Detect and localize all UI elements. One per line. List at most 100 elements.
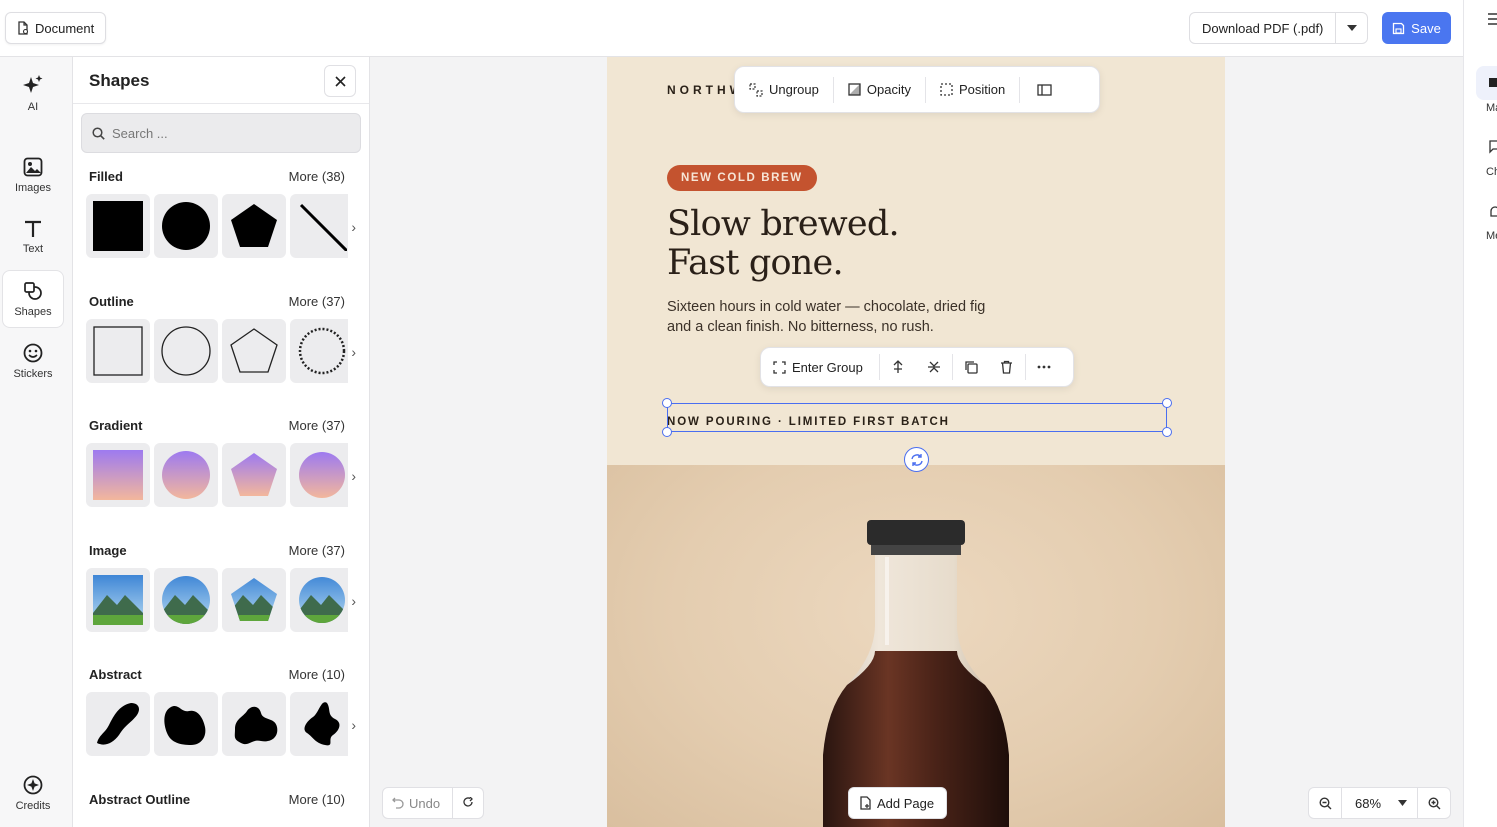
shape-tile-abstract-4[interactable] bbox=[290, 692, 348, 756]
resize-handle-bottom-left[interactable] bbox=[662, 427, 672, 437]
rotate-handle[interactable] bbox=[904, 447, 929, 472]
shape-tile-badge-gradient[interactable] bbox=[290, 443, 348, 507]
section-gradient: Gradient More (37) › bbox=[73, 418, 369, 518]
rail-item-credits[interactable]: Credits bbox=[2, 764, 64, 822]
chevron-right-icon[interactable]: › bbox=[351, 593, 356, 609]
history-controls: Undo bbox=[382, 787, 485, 819]
rail-item-ai[interactable]: AI bbox=[2, 64, 64, 122]
shape-tile-square-image[interactable] bbox=[86, 568, 150, 632]
abstract-blob-icon bbox=[97, 703, 139, 745]
shapes-icon bbox=[24, 281, 42, 300]
shape-tile-circle-gradient[interactable] bbox=[154, 443, 218, 507]
chevron-down-icon bbox=[1398, 800, 1407, 806]
right-strip-label-1[interactable]: Ma bbox=[1486, 102, 1497, 114]
shape-tile-circle-image[interactable] bbox=[154, 568, 218, 632]
bring-forward-icon bbox=[893, 360, 903, 373]
download-group: Download PDF (.pdf) bbox=[1189, 12, 1369, 44]
duplicate-button[interactable] bbox=[953, 348, 989, 386]
delete-button[interactable] bbox=[989, 348, 1025, 386]
zoom-in-button[interactable] bbox=[1418, 788, 1450, 818]
shape-tile-abstract-1[interactable] bbox=[86, 692, 150, 756]
rail-label: Stickers bbox=[13, 367, 53, 380]
chevron-right-icon[interactable]: › bbox=[351, 468, 356, 484]
shape-tile-pentagon-outline[interactable] bbox=[222, 319, 286, 383]
tag-badge[interactable]: NEW COLD BREW bbox=[667, 165, 817, 191]
search-field[interactable]: Search ... bbox=[81, 113, 361, 153]
headline[interactable]: Slow brewed. Fast gone. bbox=[667, 205, 900, 283]
right-strip-label-3[interactable]: Me bbox=[1486, 230, 1497, 242]
redo-button[interactable] bbox=[452, 788, 483, 818]
panel-title: Shapes bbox=[89, 71, 150, 90]
rail-item-text[interactable]: Text bbox=[2, 208, 64, 266]
chevron-right-icon[interactable]: › bbox=[351, 344, 356, 360]
more-link[interactable]: More (37) bbox=[289, 543, 345, 558]
rail-item-stickers[interactable]: Stickers bbox=[2, 332, 64, 390]
add-page-button[interactable]: Add Page bbox=[848, 787, 948, 819]
right-strip-label-2[interactable]: Ch bbox=[1486, 166, 1497, 178]
zoom-out-button[interactable] bbox=[1309, 788, 1341, 818]
bottle-image bbox=[823, 520, 1009, 827]
zoom-level-select[interactable]: 68% bbox=[1341, 788, 1418, 818]
pentagon-shape-icon bbox=[231, 204, 277, 247]
shape-tile-abstract-3[interactable] bbox=[222, 692, 286, 756]
more-link[interactable]: More (37) bbox=[289, 294, 345, 309]
layout-icon bbox=[1037, 83, 1052, 96]
shape-tile-pentagon-gradient[interactable] bbox=[222, 443, 286, 507]
shape-tile-pentagon-image[interactable] bbox=[222, 568, 286, 632]
undo-label: Undo bbox=[409, 795, 441, 811]
design-page[interactable]: NORTHW NEW COLD BREW Slow brewed. Fast g… bbox=[607, 57, 1225, 827]
badge-outline-icon bbox=[298, 327, 346, 375]
opacity-button[interactable]: Opacity bbox=[834, 67, 925, 112]
selection-box[interactable] bbox=[667, 403, 1167, 432]
resize-handle-top-left[interactable] bbox=[662, 398, 672, 408]
abstract-blob-icon bbox=[164, 706, 206, 745]
shape-tile-abstract-2[interactable] bbox=[154, 692, 218, 756]
shape-tile-square-outline[interactable] bbox=[86, 319, 150, 383]
layout-button[interactable] bbox=[1020, 67, 1068, 112]
sparkle-icon bbox=[23, 74, 43, 93]
more-link[interactable]: More (37) bbox=[289, 418, 345, 433]
add-page-icon bbox=[860, 796, 871, 810]
rail-item-shapes[interactable]: Shapes bbox=[2, 270, 64, 328]
body-copy[interactable]: Sixteen hours in cold water — chocolate,… bbox=[667, 297, 1007, 337]
download-pdf-button[interactable]: Download PDF (.pdf) bbox=[1190, 13, 1335, 43]
chevron-right-icon[interactable]: › bbox=[351, 717, 356, 733]
position-button[interactable]: Position bbox=[926, 67, 1019, 112]
shape-tile-line[interactable] bbox=[290, 194, 348, 258]
rail-label: AI bbox=[27, 100, 39, 113]
send-backward-button[interactable] bbox=[916, 348, 952, 386]
undo-button[interactable]: Undo bbox=[383, 788, 452, 818]
canvas-area: NORTHW NEW COLD BREW Slow brewed. Fast g… bbox=[370, 57, 1463, 827]
shape-tile-square-gradient[interactable] bbox=[86, 443, 150, 507]
document-button[interactable]: Document bbox=[5, 12, 107, 44]
shape-tile-circle-outline[interactable] bbox=[154, 319, 218, 383]
section-filled: Filled More (38) › bbox=[73, 169, 369, 269]
save-button[interactable]: Save bbox=[1382, 12, 1451, 44]
close-panel-button[interactable] bbox=[324, 65, 356, 97]
bring-forward-button[interactable] bbox=[880, 348, 916, 386]
square-gradient-icon bbox=[93, 450, 143, 500]
more-options-button[interactable] bbox=[1026, 348, 1062, 386]
tool-rail: AI Images Text Shapes Stickers Credits bbox=[0, 57, 73, 827]
enter-group-icon bbox=[773, 360, 786, 374]
ungroup-button[interactable]: Ungroup bbox=[735, 67, 833, 112]
pentagon-gradient-icon bbox=[231, 453, 277, 496]
chevron-right-icon[interactable]: › bbox=[351, 219, 356, 235]
more-link[interactable]: More (38) bbox=[289, 169, 345, 184]
position-icon bbox=[940, 83, 953, 96]
shape-tile-badge-outline[interactable] bbox=[290, 319, 348, 383]
shape-tile-badge-image[interactable] bbox=[290, 568, 348, 632]
more-link[interactable]: More (10) bbox=[289, 792, 345, 807]
rail-item-images[interactable]: Images bbox=[2, 146, 64, 204]
product-photo[interactable] bbox=[607, 465, 1225, 827]
more-link[interactable]: More (10) bbox=[289, 667, 345, 682]
download-options-button[interactable] bbox=[1335, 13, 1367, 43]
enter-group-button[interactable]: Enter Group bbox=[761, 348, 879, 386]
rotate-icon bbox=[910, 453, 923, 466]
landscape-pentagon-icon bbox=[231, 578, 277, 621]
resize-handle-bottom-right[interactable] bbox=[1162, 427, 1172, 437]
shape-tile-square[interactable] bbox=[86, 194, 150, 258]
resize-handle-top-right[interactable] bbox=[1162, 398, 1172, 408]
shape-tile-pentagon[interactable] bbox=[222, 194, 286, 258]
shape-tile-circle[interactable] bbox=[154, 194, 218, 258]
